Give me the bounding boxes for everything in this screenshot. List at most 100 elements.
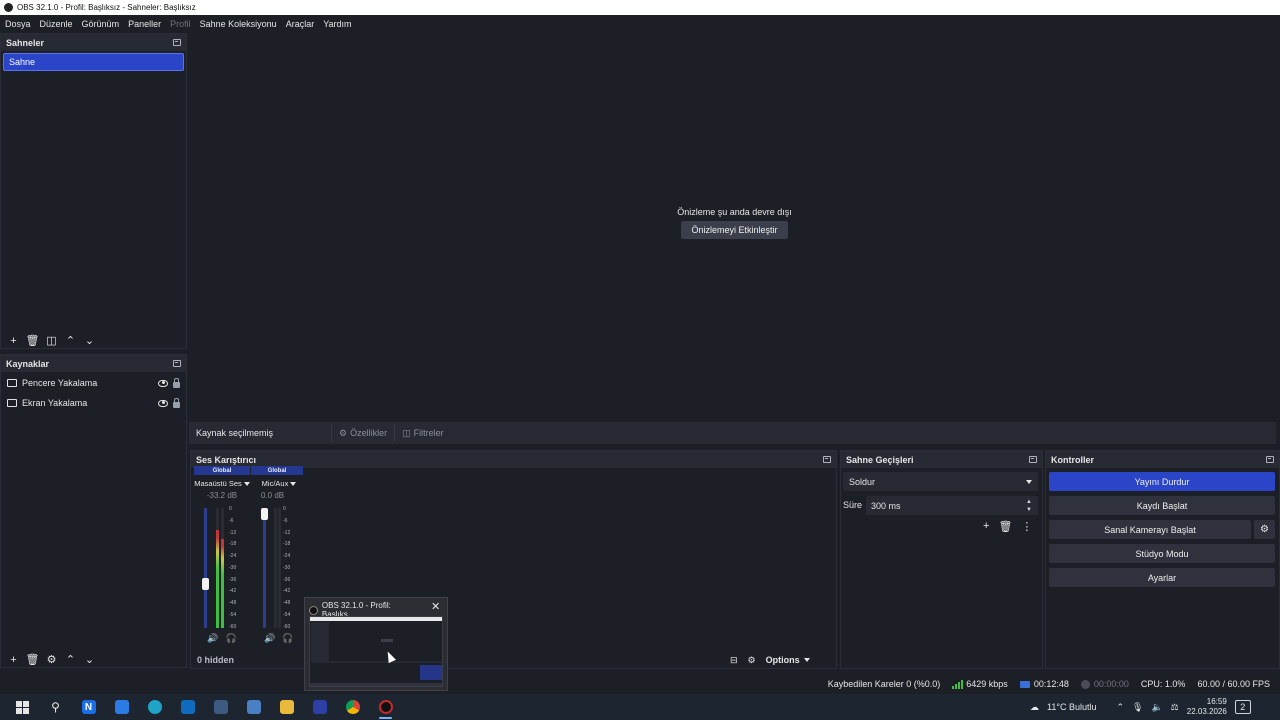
undock-icon[interactable] [173, 360, 181, 367]
menu-view[interactable]: Görünüm [82, 19, 120, 29]
undock-icon[interactable] [1266, 456, 1274, 463]
volume-fader-handle[interactable] [261, 508, 268, 520]
microphone-icon[interactable]: 🎙 [1132, 702, 1143, 713]
add-scene-button[interactable]: + [6, 333, 21, 348]
lock-icon[interactable] [173, 377, 180, 388]
vpn-app-icon[interactable] [303, 694, 336, 720]
edge-icon[interactable] [138, 694, 171, 720]
transition-select[interactable]: Soldur [843, 472, 1038, 491]
menu-tools[interactable]: Araçlar [286, 19, 315, 29]
chevron-up-icon[interactable]: ▲ [1026, 499, 1032, 505]
headphones-icon[interactable]: 🎧 [282, 633, 293, 644]
studio-mode-button[interactable]: Stüdyo Modu [1049, 544, 1275, 563]
move-scene-up-button[interactable]: ⌃ [63, 333, 78, 348]
clock[interactable]: 16:59 22.03.2026 [1187, 697, 1227, 717]
remove-scene-button[interactable]: 🗑 [25, 333, 40, 348]
filters-label: Filtreler [413, 428, 444, 438]
start-button[interactable] [6, 694, 39, 720]
undock-icon[interactable] [173, 39, 181, 46]
source-item[interactable]: Pencere Yakalama [1, 373, 186, 393]
scene-filters-button[interactable]: ◫ [44, 333, 59, 348]
remote-desktop-icon[interactable] [237, 694, 270, 720]
add-source-button[interactable]: + [6, 652, 21, 667]
search-icon[interactable]: ⚲ [39, 694, 72, 720]
enable-preview-button[interactable]: Önizlemeyi Etkinleştir [681, 221, 788, 239]
filters-button[interactable]: ◫ Filtreler [394, 424, 451, 442]
chrome-icon[interactable] [336, 694, 369, 720]
no-source-selected-label: Kaynak seçilmemiş [196, 428, 274, 438]
menu-file[interactable]: Dosya [5, 19, 31, 29]
db-scale-tick: -6 [283, 517, 288, 524]
db-scale-tick: -24 [229, 553, 237, 560]
weather-text[interactable]: 11°C Bulutlu [1047, 702, 1096, 712]
calculator-icon[interactable] [204, 694, 237, 720]
stream-time-status: 00:12:48 [1019, 679, 1069, 689]
volume-fader-track[interactable] [263, 508, 266, 628]
menu-docks[interactable]: Paneller [128, 19, 161, 29]
sources-toolbar: + 🗑 ⚙ ⌃ ⌄ [1, 651, 97, 668]
add-transition-button[interactable]: + [983, 520, 989, 532]
menu-profile[interactable]: Profil [170, 19, 191, 29]
lock-icon[interactable] [173, 397, 180, 408]
speaker-icon[interactable]: 🔊 [207, 633, 218, 644]
outlook-icon[interactable] [171, 694, 204, 720]
n-app-icon[interactable]: N [72, 694, 105, 720]
visibility-eye-icon[interactable] [158, 399, 168, 407]
menu-scene-collection[interactable]: Sahne Koleksiyonu [200, 19, 277, 29]
source-item[interactable]: Ekran Yakalama [1, 393, 186, 413]
remove-transition-button[interactable]: 🗑 [998, 520, 1012, 533]
undock-icon[interactable] [1029, 456, 1037, 463]
visibility-eye-icon[interactable] [158, 379, 168, 387]
network-icon[interactable]: ⚖ [1171, 702, 1179, 713]
remove-source-button[interactable]: 🗑 [25, 652, 40, 667]
source-properties-button[interactable]: ⚙ [44, 652, 59, 667]
db-scale-tick: -54 [229, 611, 237, 618]
settings-button[interactable]: Ayarlar [1049, 568, 1275, 587]
chevron-up-icon[interactable]: ⌃ [1116, 702, 1124, 713]
start-virtual-camera-button[interactable]: Sanal Kamerayı Başlat [1049, 520, 1251, 539]
meter-fill [221, 539, 224, 628]
volume-fader-handle[interactable] [202, 578, 209, 591]
move-source-down-button[interactable]: ⌄ [82, 652, 97, 667]
windows-logo-icon [16, 700, 29, 714]
close-icon[interactable]: ✕ [431, 600, 440, 613]
speaker-icon[interactable]: 🔊 [264, 633, 275, 644]
properties-button[interactable]: ⚙ Özellikler [331, 424, 394, 442]
scene-item[interactable]: Sahne [3, 53, 184, 71]
undock-icon[interactable] [823, 456, 831, 463]
volume-fader-track[interactable] [204, 508, 207, 628]
duration-input[interactable]: 300 ms ▲ ▼ [866, 496, 1038, 515]
notifications-icon[interactable]: 2 [1234, 700, 1251, 714]
obs-taskbar-icon[interactable] [369, 694, 402, 720]
db-scale-tick: -60 [283, 623, 291, 630]
start-recording-button[interactable]: Kaydı Başlat [1049, 496, 1275, 515]
db-scale-tick: -36 [283, 576, 291, 583]
menu-help[interactable]: Yardım [323, 19, 351, 29]
move-scene-down-button[interactable]: ⌄ [82, 333, 97, 348]
filter-icon: ◫ [402, 427, 411, 438]
advanced-audio-icon[interactable]: ⚙ [748, 655, 756, 666]
duration-spinner[interactable]: ▲ ▼ [1026, 499, 1038, 513]
source-item-label: Pencere Yakalama [22, 378, 98, 388]
stop-streaming-button[interactable]: Yayını Durdur [1049, 472, 1275, 491]
virtual-camera-settings-gear-icon[interactable]: ⚙ [1254, 520, 1275, 539]
volume-icon[interactable]: 🔈 [1151, 702, 1162, 713]
layout-toggle-icon[interactable]: ⊟ [730, 655, 738, 666]
mixer-options-button[interactable]: Options [766, 655, 810, 665]
move-source-up-button[interactable]: ⌃ [63, 652, 78, 667]
mixer-title: Ses Karıştırıcı [196, 454, 257, 465]
channel-name-dropdown[interactable]: Mic/Aux [251, 477, 307, 490]
level-meter [278, 508, 281, 628]
headphones-icon[interactable]: 🎧 [226, 633, 237, 644]
clock-date: 22.03.2026 [1186, 707, 1227, 716]
channel-name-dropdown[interactable]: Masaüstü Ses [194, 477, 250, 490]
transition-properties-button[interactable]: ⋮ [1021, 520, 1032, 533]
menu-edit[interactable]: Düzenle [40, 19, 73, 29]
hidden-channels-label[interactable]: 0 hidden [197, 655, 234, 665]
window-capture-icon [7, 379, 17, 387]
cloud-icon[interactable]: ☁ [1030, 702, 1039, 713]
file-explorer-icon[interactable] [270, 694, 303, 720]
store-icon[interactable] [105, 694, 138, 720]
chevron-down-icon[interactable]: ▼ [1026, 507, 1032, 513]
thumbnail-preview[interactable] [309, 616, 443, 687]
